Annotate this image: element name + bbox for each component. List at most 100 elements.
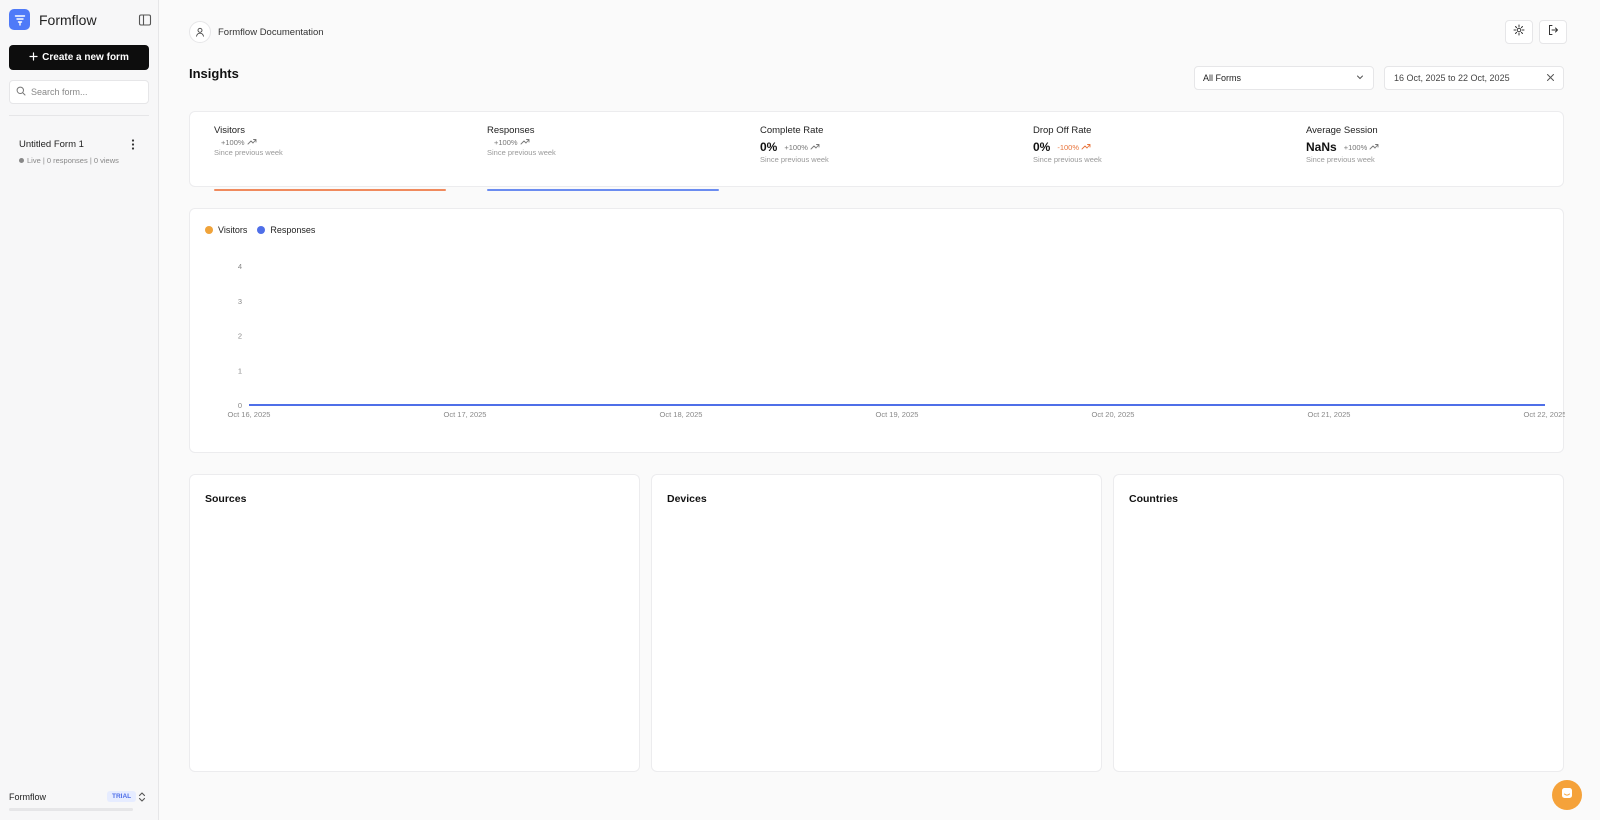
- workspace-switcher[interactable]: Formflow TRIAL: [9, 786, 151, 811]
- trend-up-icon: [1081, 143, 1091, 152]
- user-menu[interactable]: Formflow Documentation: [189, 21, 324, 43]
- stat-change-text: +100%: [784, 142, 808, 152]
- chat-support-button[interactable]: [1552, 780, 1582, 810]
- logout-icon: [1547, 23, 1559, 41]
- create-form-label: Create a new form: [42, 52, 129, 63]
- form-filter-select[interactable]: All Forms: [1194, 66, 1374, 90]
- legend-swatch-responses: [257, 226, 266, 234]
- y-tick-label: 1: [238, 366, 242, 375]
- x-tick-label: Oct 19, 2025: [876, 410, 919, 419]
- sidebar-toggle-icon[interactable]: [138, 13, 152, 27]
- stat-value: 0%: [1033, 140, 1051, 154]
- sources-panel: Sources: [189, 474, 640, 772]
- brand[interactable]: Formflow: [9, 9, 97, 30]
- stat-change-text: +100%: [221, 138, 245, 147]
- trend-up-icon: [247, 138, 257, 147]
- stat-change: +100%: [221, 138, 257, 147]
- form-list-item[interactable]: Untitled Form 1 Live | 0 responses | 0 v…: [9, 134, 149, 170]
- form-title: Untitled Form 1: [19, 139, 84, 150]
- form-meta-text: Live | 0 responses | 0 views: [27, 156, 119, 165]
- stat-change-text: -100%: [1057, 142, 1080, 152]
- main-content: Formflow Documentation Insights All Form…: [159, 0, 1600, 820]
- trend-up-icon: [810, 143, 820, 152]
- x-tick-label: Oct 17, 2025: [444, 410, 487, 419]
- insights-chart-card: 0 1 2 3 4 Oct 16, 2025 Oct 17, 2025 Oct 18, 202…: [189, 208, 1565, 453]
- stat-sub: Since previous week: [487, 148, 556, 157]
- trend-up-icon: [1369, 143, 1379, 152]
- chevron-down-icon: [1356, 73, 1364, 83]
- status-dot-icon: [19, 158, 24, 163]
- brand-name: Formflow: [39, 11, 97, 28]
- search-icon: [16, 83, 26, 101]
- form-meta: Live | 0 responses | 0 views: [19, 156, 119, 165]
- y-tick-label: 0: [238, 401, 242, 410]
- stat-change-text: +100%: [494, 138, 518, 147]
- legend-item-responses[interactable]: Responses: [257, 225, 315, 235]
- chevron-up-down-icon: [137, 790, 147, 804]
- trial-progress-bar: [9, 808, 133, 811]
- stat-label: Complete Rate: [760, 125, 824, 136]
- stat-value: 0%: [760, 140, 778, 154]
- stat-change-text: +100%: [1343, 142, 1368, 152]
- page-title: Insights: [189, 66, 239, 81]
- stat-responses[interactable]: Responses +100% Since previous week: [487, 125, 727, 191]
- chart-legend: Visitors Responses: [205, 225, 315, 235]
- insights-line-chart: 0 1 2 3 4 Oct 16, 2025 Oct 17, 2025 Oct 18, 202…: [228, 262, 1565, 419]
- workspace-name: Formflow: [9, 792, 47, 802]
- stat-label: Visitors: [214, 125, 245, 136]
- user-icon: [189, 21, 211, 43]
- x-tick-label: Oct 21, 2025: [1308, 410, 1351, 419]
- create-form-button[interactable]: Create a new form: [9, 45, 149, 70]
- logout-button[interactable]: [1539, 20, 1567, 44]
- x-tick-label: Oct 20, 2025: [1092, 410, 1135, 419]
- stat-change: +100%: [1344, 143, 1380, 152]
- stat-underline: [214, 189, 446, 191]
- x-tick-label: Oct 18, 2025: [660, 410, 703, 419]
- search-form-box[interactable]: [9, 80, 149, 104]
- stat-sub: Since previous week: [1033, 155, 1102, 164]
- countries-panel: Countries: [1113, 474, 1564, 772]
- stat-average-session[interactable]: Average Session NaNs +100% Since previou…: [1306, 125, 1546, 181]
- stats-card: Visitors +100% Since previous week Respo…: [189, 111, 1564, 191]
- stat-label: Responses: [487, 125, 535, 136]
- legend-label-visitors: Visitors: [218, 225, 248, 235]
- stat-value: NaNs: [1306, 140, 1337, 154]
- y-tick-label: 3: [238, 297, 242, 306]
- plus-icon: [29, 51, 38, 64]
- search-form-input[interactable]: [31, 87, 141, 97]
- user-name: Formflow Documentation: [218, 26, 324, 38]
- stat-sub: Since previous week: [760, 155, 829, 164]
- stat-change: -100%: [1057, 143, 1091, 152]
- trial-badge: TRIAL: [107, 791, 137, 802]
- x-tick-label: Oct 22, 2025: [1524, 410, 1565, 419]
- sidebar: Formflow Create a new form Untitled Form…: [0, 0, 159, 820]
- stat-sub: Since previous week: [214, 148, 283, 157]
- legend-item-visitors[interactable]: Visitors: [205, 225, 247, 235]
- y-tick-label: 2: [238, 332, 242, 341]
- trend-up-icon: [520, 138, 530, 147]
- stat-sub: Since previous week: [1306, 155, 1375, 164]
- y-tick-label: 4: [238, 262, 242, 271]
- form-filter-value: All Forms: [1203, 73, 1241, 83]
- legend-label-responses: Responses: [270, 225, 316, 235]
- settings-button[interactable]: [1505, 20, 1533, 44]
- stat-visitors[interactable]: Visitors +100% Since previous week: [214, 125, 454, 191]
- date-range-picker[interactable]: 16 Oct, 2025 to 22 Oct, 2025: [1384, 66, 1564, 90]
- close-icon[interactable]: [1546, 73, 1555, 84]
- x-tick-label: Oct 16, 2025: [228, 410, 271, 419]
- kebab-menu-icon[interactable]: [128, 137, 138, 151]
- stat-label: Average Session: [1306, 125, 1378, 136]
- countries-title: Countries: [1129, 493, 1179, 505]
- formflow-logo-icon: [9, 9, 30, 30]
- stat-change: +100%: [494, 138, 530, 147]
- sidebar-divider: [9, 115, 149, 116]
- devices-panel: Devices: [651, 474, 1102, 772]
- chat-icon: [1560, 786, 1574, 805]
- devices-title: Devices: [667, 493, 707, 505]
- sources-title: Sources: [205, 493, 247, 505]
- stat-change: +100%: [784, 143, 820, 152]
- gear-icon: [1513, 23, 1525, 41]
- legend-swatch-visitors: [205, 226, 213, 234]
- stat-drop-off-rate[interactable]: Drop Off Rate 0% -100% Since previous we…: [1033, 125, 1273, 181]
- stat-complete-rate[interactable]: Complete Rate 0% +100% Since previous we…: [760, 125, 1000, 181]
